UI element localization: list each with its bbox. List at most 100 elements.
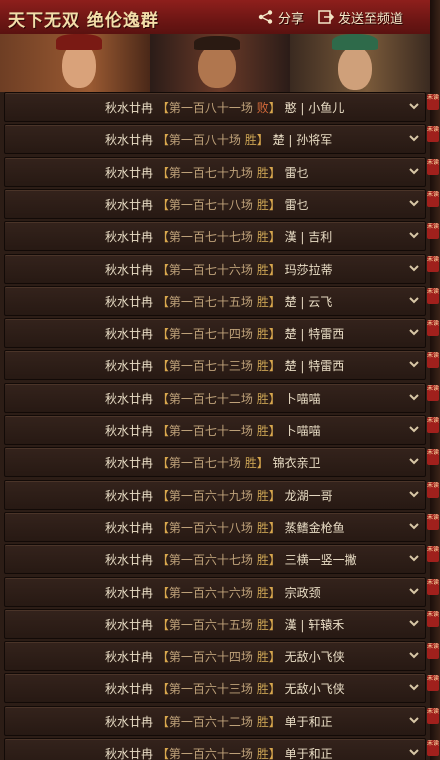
chevron-down-icon[interactable]	[409, 230, 419, 240]
match-result: 胜	[256, 391, 269, 406]
match-number: 第一百七十九场	[168, 165, 253, 180]
battle-record-row[interactable]: 秋水廿冉 【第一百六十三场 胜】 无敌小飞侠	[4, 673, 426, 704]
send-to-channel-button[interactable]: 发送至频道	[318, 7, 403, 27]
send-label: 发送至频道	[338, 11, 404, 27]
battle-record-row[interactable]: 秋水廿冉 【第一百六十五场 胜】 漢 | 轩辕禾	[4, 608, 426, 639]
battle-record-row[interactable]: 秋水廿冉 【第一百八十一场 败】 憨 | 小鱼儿	[4, 92, 426, 122]
battle-record-text: 秋水廿冉 【第一百六十一场 胜】 单于和正	[105, 745, 333, 760]
chevron-down-icon[interactable]	[409, 166, 419, 176]
player-name: 秋水廿冉	[105, 617, 154, 632]
bracket-close: 】	[268, 197, 281, 212]
bracket-open: 【	[156, 230, 169, 245]
battle-record-row[interactable]: 秋水廿冉 【第一百七十一场 胜】 卜喵喵	[4, 415, 426, 445]
bracket-open: 【	[156, 714, 169, 729]
chevron-down-icon[interactable]	[409, 198, 419, 208]
opponent-name: 楚 | 云飞	[284, 294, 333, 309]
bracket-close: 】	[268, 553, 281, 568]
share-icon	[258, 10, 273, 24]
unread-tag: 未读	[427, 740, 439, 756]
player-name: 秋水廿冉	[105, 520, 154, 535]
battle-record-row[interactable]: 秋水廿冉 【第一百七十二场 胜】 卜喵喵	[4, 382, 426, 413]
battle-record-row[interactable]: 秋水廿冉 【第一百七十七场 胜】 漢 | 吉利	[4, 221, 426, 252]
player-name: 秋水廿冉	[105, 488, 154, 503]
battle-record-row[interactable]: 秋水廿冉 【第一百六十八场 胜】 蒸鳍金枪鱼	[4, 511, 426, 542]
battle-record-text: 秋水廿冉 【第一百七十九场 胜】 雷乜	[105, 164, 309, 181]
battle-record-row[interactable]: 秋水廿冉 【第一百七十场 胜】 锦衣亲卫	[4, 447, 426, 478]
battle-record-text: 秋水廿冉 【第一百七十八场 胜】 雷乜	[105, 196, 309, 213]
chevron-down-icon[interactable]	[409, 553, 419, 563]
chevron-down-icon[interactable]	[409, 456, 419, 466]
bracket-close: 】	[268, 585, 281, 600]
unread-tag: 未读	[427, 94, 439, 110]
match-result: 胜	[256, 650, 269, 665]
chevron-down-icon[interactable]	[409, 586, 419, 596]
chevron-down-icon[interactable]	[409, 101, 419, 111]
unread-tag: 未读	[427, 352, 439, 369]
battle-record-row[interactable]: 秋水廿冉 【第一百六十一场 胜】 单于和正	[4, 738, 426, 760]
opponent-name: 楚 | 特雷西	[284, 359, 345, 374]
bracket-close: 】	[268, 617, 281, 632]
bracket-close: 】	[268, 359, 281, 374]
page-title: 天下无双 绝伦逸群	[8, 11, 159, 31]
hero-banner	[0, 34, 430, 92]
bracket-open: 【	[156, 327, 169, 342]
unread-tag: 未读	[427, 126, 439, 143]
player-name: 秋水廿冉	[105, 585, 154, 600]
match-number: 第一百六十一场	[168, 747, 253, 760]
battle-record-text: 秋水廿冉 【第一百七十四场 胜】 楚 | 特雷西	[105, 325, 344, 342]
chevron-down-icon[interactable]	[409, 392, 419, 402]
chevron-down-icon[interactable]	[409, 263, 419, 273]
unread-tag: 未读	[427, 707, 439, 724]
chevron-down-icon[interactable]	[409, 521, 419, 531]
bracket-open: 【	[156, 747, 169, 760]
battle-record-row[interactable]: 秋水廿冉 【第一百七十六场 胜】 玛莎拉蒂	[4, 253, 426, 284]
bracket-close: 】	[268, 520, 281, 535]
battle-record-row[interactable]: 秋水廿冉 【第一百七十九场 胜】 雷乜	[4, 156, 426, 187]
share-button[interactable]: 分享	[258, 7, 304, 27]
battle-record-text: 秋水廿冉 【第一百六十三场 胜】 无敌小飞侠	[105, 680, 345, 697]
chevron-down-icon[interactable]	[409, 359, 419, 369]
chevron-down-icon[interactable]	[409, 327, 419, 337]
battle-record-list[interactable]: 秋水廿冉 【第一百八十一场 败】 憨 | 小鱼儿秋水廿冉 【第一百八十场 胜】 …	[0, 92, 430, 760]
battle-record-row[interactable]: 秋水廿冉 【第一百七十五场 胜】 楚 | 云飞	[4, 285, 426, 316]
battle-record-text: 秋水廿冉 【第一百六十二场 胜】 单于和正	[105, 713, 333, 730]
match-number: 第一百七十场	[168, 456, 241, 471]
chevron-down-icon[interactable]	[409, 489, 419, 499]
battle-record-row[interactable]: 秋水廿冉 【第一百七十八场 胜】 雷乜	[4, 188, 426, 219]
battle-record-row[interactable]: 秋水廿冉 【第一百七十三场 胜】 楚 | 特雷西	[4, 350, 426, 381]
battle-record-text: 秋水廿冉 【第一百八十一场 败】 憨 | 小鱼儿	[105, 99, 344, 116]
match-number: 第一百六十四场	[168, 650, 253, 665]
bracket-open: 【	[156, 520, 169, 535]
unread-tag: 未读	[427, 158, 439, 175]
share-label: 分享	[278, 11, 305, 27]
match-number: 第一百六十三场	[168, 682, 253, 697]
chevron-down-icon[interactable]	[409, 295, 419, 305]
match-result: 败	[256, 101, 269, 115]
battle-record-row[interactable]: 秋水廿冉 【第一百六十九场 胜】 龙湖一哥	[4, 479, 426, 510]
chevron-down-icon[interactable]	[409, 747, 419, 757]
match-number: 第一百七十六场	[168, 262, 253, 277]
chevron-down-icon[interactable]	[409, 650, 419, 660]
chevron-down-icon[interactable]	[409, 715, 419, 725]
battle-record-row[interactable]: 秋水廿冉 【第一百六十六场 胜】 宗政颈	[4, 576, 426, 607]
battle-record-text: 秋水廿冉 【第一百七十场 胜】 锦衣亲卫	[105, 454, 321, 471]
bracket-open: 【	[156, 359, 169, 374]
match-number: 第一百七十七场	[168, 230, 253, 245]
opponent-name: 雷乜	[284, 197, 309, 212]
battle-record-row[interactable]: 秋水廿冉 【第一百七十四场 胜】 楚 | 特雷西	[4, 318, 426, 349]
unread-tag: 未读	[427, 287, 439, 304]
bracket-close: 】	[268, 101, 281, 115]
chevron-down-icon[interactable]	[409, 424, 419, 434]
bracket-open: 【	[156, 101, 169, 115]
battle-record-text: 秋水廿冉 【第一百六十七场 胜】 三横一竖一撇	[105, 551, 357, 568]
chevron-down-icon[interactable]	[409, 133, 419, 143]
battle-record-row[interactable]: 秋水廿冉 【第一百六十二场 胜】 单于和正	[4, 705, 426, 736]
battle-record-row[interactable]: 秋水廿冉 【第一百六十七场 胜】 三横一竖一撇	[4, 544, 426, 575]
match-number: 第一百七十二场	[168, 391, 253, 406]
battle-record-row[interactable]: 秋水廿冉 【第一百六十四场 胜】 无敌小飞侠	[4, 641, 426, 672]
battle-record-row[interactable]: 秋水廿冉 【第一百八十场 胜】 楚 | 孙将军	[4, 124, 426, 155]
chevron-down-icon[interactable]	[409, 618, 419, 628]
match-result: 胜	[256, 682, 269, 697]
chevron-down-icon[interactable]	[409, 682, 419, 692]
match-result: 胜	[256, 714, 269, 729]
